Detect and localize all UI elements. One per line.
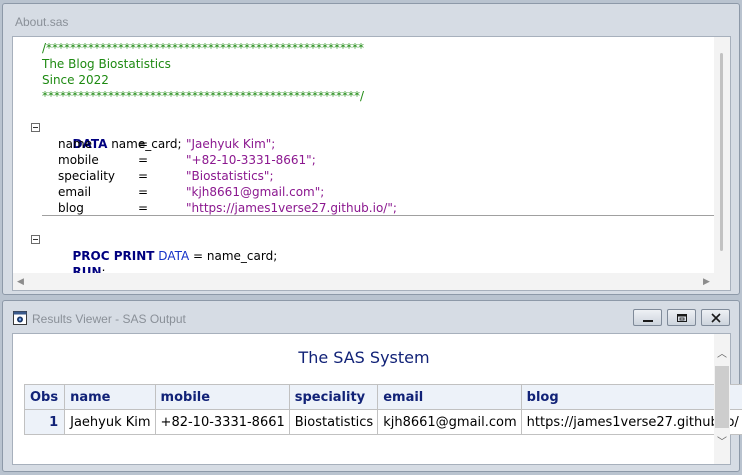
results-viewer-window: Results Viewer - SAS Output The SAS Syst… xyxy=(2,300,742,472)
column-header-mobile: mobile xyxy=(154,384,290,410)
results-viewer-title: Results Viewer - SAS Output xyxy=(32,312,186,326)
column-header-email: email xyxy=(377,384,522,410)
step-separator xyxy=(42,215,716,216)
results-vertical-scrollbar[interactable]: ︿ ﹀ xyxy=(714,334,730,464)
proc-data-option: DATA xyxy=(158,249,190,263)
field-blog-value: "https://james1verse27.github.io/"; xyxy=(186,201,397,215)
close-button[interactable] xyxy=(701,309,730,326)
code-area[interactable]: /***************************************… xyxy=(13,37,716,279)
scroll-down-icon[interactable]: ﹀ xyxy=(717,438,727,448)
comment-close-line: ****************************************… xyxy=(42,89,365,103)
field-name-label: name xyxy=(58,137,93,151)
field-email-label: email xyxy=(58,185,92,199)
proc-dataset: = name_card; xyxy=(189,249,278,263)
output-table: Obs name mobile speciality email blog 1 … xyxy=(23,384,742,435)
restore-icon xyxy=(668,310,695,325)
results-content[interactable]: The SAS System Obs name mobile specialit… xyxy=(12,333,742,465)
results-scroll-thumb[interactable] xyxy=(715,366,729,428)
editor-vertical-scroll-thumb[interactable] xyxy=(720,53,723,251)
cell-email: kjh8661@gmail.com xyxy=(377,409,522,435)
column-header-name: name xyxy=(64,384,156,410)
scroll-up-icon[interactable]: ︿ xyxy=(717,350,727,360)
field-equals: = xyxy=(138,201,149,215)
cell-speciality: Biostatistics xyxy=(288,409,379,435)
minimize-button[interactable] xyxy=(633,309,662,326)
editor-window: About.sas /*****************************… xyxy=(2,3,740,295)
comment-open-line: /***************************************… xyxy=(42,41,365,55)
scroll-left-icon[interactable]: ◀ xyxy=(17,276,24,286)
restore-button[interactable] xyxy=(667,309,696,326)
comment-line-2: Since 2022 xyxy=(42,73,109,87)
field-equals: = xyxy=(138,153,149,167)
table-header-row: Obs name mobile speciality email blog xyxy=(23,384,742,410)
editor-title: About.sas xyxy=(15,15,69,29)
field-speciality-value: "Biostatistics"; xyxy=(186,169,274,183)
scroll-corner xyxy=(714,273,730,290)
code-editor[interactable]: /***************************************… xyxy=(12,36,731,291)
field-blog-label: blog xyxy=(58,201,84,215)
field-speciality-label: speciality xyxy=(58,169,116,183)
comment-line-1: The Blog Biostatistics xyxy=(42,57,171,71)
field-email-value: "kjh8661@gmail.com"; xyxy=(186,185,325,199)
output-title: The SAS System xyxy=(298,348,430,367)
cell-mobile: +82-10-3331-8661 xyxy=(154,409,290,435)
run-statement-line: RUN; xyxy=(42,248,106,279)
cell-name: Jaehyuk Kim xyxy=(64,409,156,435)
data-statement-line: DATA name_card; xyxy=(42,120,182,151)
scroll-right-icon[interactable]: ▶ xyxy=(703,276,710,286)
editor-vertical-scrollbar[interactable] xyxy=(714,37,730,273)
minimize-icon xyxy=(634,310,661,325)
proc-statement-line: PROC PRINT DATA = name_card; xyxy=(42,232,278,263)
fold-toggle-data-step[interactable] xyxy=(31,123,40,132)
field-name-value: "Jaehyuk Kim"; xyxy=(186,137,276,151)
close-icon xyxy=(702,310,729,325)
cell-blog: https://james1verse27.github.io/ xyxy=(520,409,742,435)
field-mobile-label: mobile xyxy=(58,153,99,167)
field-mobile-value: "+82-10-3331-8661"; xyxy=(186,153,316,167)
column-header-obs: Obs xyxy=(23,384,66,410)
column-header-speciality: speciality xyxy=(288,384,379,410)
fold-toggle-proc-step[interactable] xyxy=(31,235,40,244)
field-equals: = xyxy=(138,185,149,199)
field-equals: = xyxy=(138,137,149,151)
cell-obs: 1 xyxy=(23,409,66,435)
results-viewer-icon xyxy=(13,311,27,325)
field-equals: = xyxy=(138,169,149,183)
editor-horizontal-scrollbar[interactable]: ◀ ▶ xyxy=(13,273,715,290)
column-header-blog: blog xyxy=(520,384,742,410)
table-row: 1 Jaehyuk Kim +82-10-3331-8661 Biostatis… xyxy=(23,409,742,435)
